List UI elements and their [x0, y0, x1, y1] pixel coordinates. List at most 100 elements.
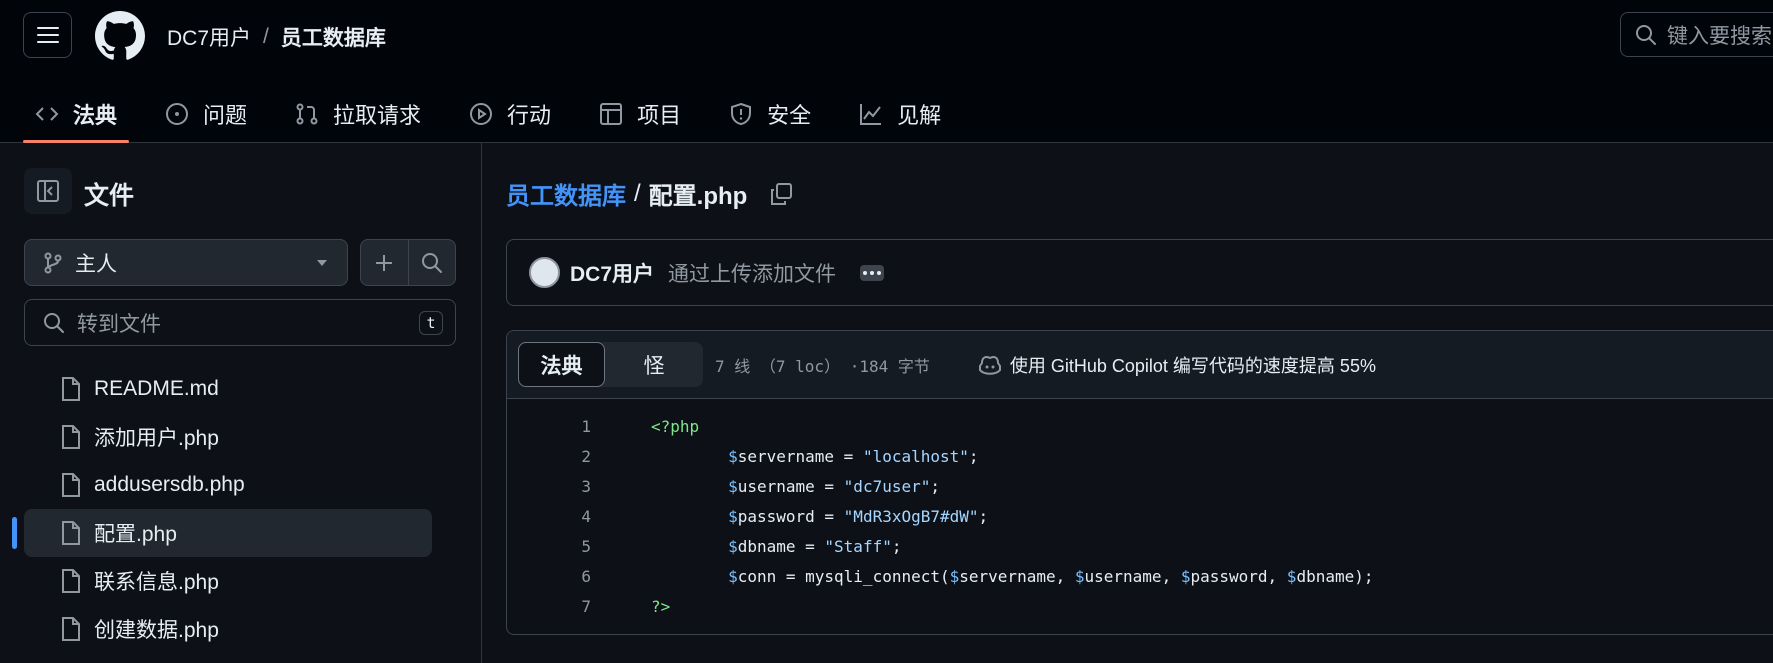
line-number[interactable]: 2	[507, 447, 591, 466]
shield-icon	[731, 102, 752, 126]
code-token: $	[1286, 566, 1297, 586]
file-icon	[62, 377, 80, 401]
tab-label: 拉取请求	[333, 103, 422, 128]
current-file-name: 配置.php	[648, 183, 748, 210]
tab-label: 法典	[73, 103, 118, 128]
line-number[interactable]: 1	[507, 417, 591, 436]
file-name: 添加用户.php	[94, 427, 219, 450]
code-view-button[interactable]: 法典	[518, 342, 605, 387]
tab-insights[interactable]: 见解	[847, 86, 953, 142]
repo-breadcrumb-link[interactable]: 员工数据库	[506, 176, 626, 211]
search-files-button[interactable]	[409, 240, 456, 285]
code-viewer-header: 法典 怪 7 线 （7 loc） ·184 字节 使用 GitHub Copil…	[507, 331, 1773, 399]
avatar[interactable]	[529, 257, 560, 288]
repo-link[interactable]: 员工数据库	[281, 22, 386, 52]
hamburger-icon	[36, 27, 59, 43]
line-number[interactable]: 4	[507, 507, 591, 526]
commit-author[interactable]: DC7用户	[570, 258, 654, 288]
tab-actions[interactable]: 行动	[457, 86, 563, 142]
code-line: 4 $password = "MdR3xOgB7#dW";	[507, 501, 1773, 531]
blame-view-button[interactable]: 怪	[605, 342, 703, 387]
collapse-sidebar-button[interactable]	[24, 168, 72, 214]
file-list: README.md 添加用户.php addusersdb.php 配置.php…	[12, 365, 432, 653]
code-token: servername =	[737, 446, 863, 466]
tab-code[interactable]: 法典	[23, 86, 130, 143]
menu-button[interactable]	[23, 12, 72, 58]
copy-path-icon[interactable]	[769, 182, 793, 206]
table-icon	[600, 103, 623, 125]
file-icon	[62, 425, 80, 449]
owner-link[interactable]: DC7用户	[167, 22, 251, 52]
code-lines: 1 <?php 2 $servername = "localhost"; 3 $use…	[507, 399, 1773, 621]
code-viewer: 法典 怪 7 线 （7 loc） ·184 字节 使用 GitHub Copil…	[506, 330, 1773, 635]
file-icon	[62, 617, 80, 641]
tab-projects[interactable]: 项目	[587, 86, 693, 142]
code-token: ;	[978, 506, 989, 526]
goto-placeholder: 转到文件	[77, 312, 161, 336]
repo-header: DC7用户 / 员工数据库 键入要搜索 法典 问题 拉取请求 行动 项目 安全 …	[0, 0, 1773, 143]
top-breadcrumb: DC7用户 / 员工数据库	[167, 22, 386, 52]
file-item[interactable]: addusersdb.php	[24, 461, 432, 509]
search-input[interactable]: 键入要搜索	[1620, 12, 1773, 57]
tab-label: 安全	[767, 103, 812, 128]
add-file-button[interactable]	[361, 240, 409, 285]
expand-commit-button[interactable]	[860, 264, 885, 281]
line-number[interactable]: 6	[507, 567, 591, 586]
file-actions-group	[360, 239, 456, 286]
file-icon	[62, 473, 80, 497]
graph-icon	[860, 104, 882, 125]
code-token: dbname =	[737, 536, 825, 556]
line-number[interactable]: 7	[507, 597, 591, 616]
file-item[interactable]: 联系信息.php	[24, 557, 432, 605]
branch-selector[interactable]: 主人	[24, 239, 348, 286]
code-token: $	[728, 536, 738, 556]
code-icon	[35, 107, 59, 121]
tab-pull-requests[interactable]: 拉取请求	[283, 86, 433, 142]
search-placeholder: 键入要搜索	[1667, 24, 1772, 48]
file-item[interactable]: README.md	[24, 365, 432, 413]
latest-commit-bar: DC7用户 通过上传添加文件	[506, 239, 1773, 306]
line-number[interactable]: 5	[507, 537, 591, 556]
tab-label: 行动	[507, 103, 552, 128]
tab-label: 项目	[637, 103, 682, 128]
code-token: "MdR3xOgB7#dW"	[843, 506, 979, 526]
code-token: $	[728, 476, 738, 496]
search-icon	[421, 252, 442, 273]
file-name: 配置.php	[94, 523, 177, 546]
code-token: $	[728, 446, 738, 466]
copilot-promo[interactable]: 使用 GitHub Copilot 编写代码的速度提高 55%	[978, 352, 1376, 378]
repo-nav-tabs: 法典 问题 拉取请求 行动 项目 安全 见解	[23, 86, 977, 143]
line-source: $dbname = "Staff";	[651, 537, 901, 556]
tab-issues[interactable]: 问题	[153, 86, 259, 142]
goto-file-input[interactable]: 转到文件 t	[24, 299, 456, 346]
commit-message[interactable]: 通过上传添加文件	[668, 258, 836, 288]
search-icon	[1636, 24, 1656, 45]
pull-request-icon	[296, 103, 318, 125]
code-token: dbname);	[1296, 566, 1374, 586]
code-line: 1 <?php	[507, 411, 1773, 441]
code-token: conn = mysqli_connect(	[737, 566, 950, 586]
file-meta: 7 线 （7 loc） ·184 字节	[715, 356, 930, 376]
code-token: ;	[930, 476, 941, 496]
file-item[interactable]: 添加用户.php	[24, 413, 432, 461]
file-breadcrumb: 员工数据库 / 配置.php	[506, 176, 793, 211]
file-item-active[interactable]: 配置.php	[12, 509, 432, 557]
code-line: 6 $conn = mysqli_connect($servername, $u…	[507, 561, 1773, 591]
file-name: 创建数据.php	[94, 619, 219, 642]
tab-security[interactable]: 安全	[717, 86, 823, 142]
line-source: $password = "MdR3xOgB7#dW";	[651, 507, 988, 526]
line-number[interactable]: 3	[507, 477, 591, 496]
caret-down-icon	[317, 259, 327, 266]
github-logo-icon[interactable]	[95, 11, 145, 61]
code-token: $	[1074, 566, 1085, 586]
code-token: username,	[1084, 566, 1181, 586]
file-item[interactable]: 创建数据.php	[24, 605, 432, 653]
plus-icon	[376, 254, 393, 271]
line-source: ?>	[651, 597, 670, 616]
line-source: $username = "dc7user";	[651, 477, 940, 496]
branch-icon	[44, 252, 62, 273]
